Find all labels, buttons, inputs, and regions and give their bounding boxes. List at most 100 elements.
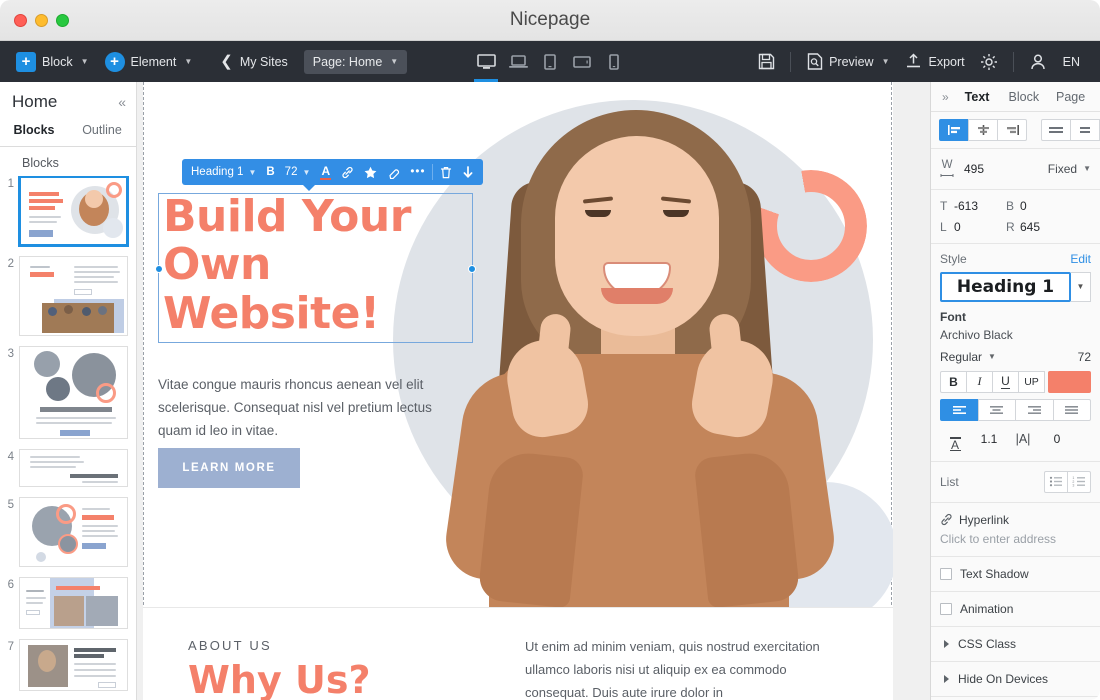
about-heading[interactable]: Why Us? — [188, 658, 371, 700]
hero-section[interactable]: Build Your Own Website! Vitae congue mau… — [143, 82, 893, 607]
hyperlink-button[interactable]: Hyperlink — [940, 513, 1091, 527]
block-thumbnail-6[interactable] — [19, 577, 128, 629]
underline-button[interactable]: U — [992, 370, 1019, 393]
block-thumbnail-3[interactable] — [19, 346, 128, 439]
text-align-center-button[interactable] — [977, 398, 1016, 421]
list-item[interactable]: 5 — [0, 497, 136, 577]
block-thumbnail-4[interactable] — [19, 449, 128, 487]
align-right-button[interactable] — [997, 119, 1027, 141]
alignment-section — [931, 112, 1100, 149]
align-center-button[interactable] — [968, 119, 998, 141]
right-value[interactable]: 645 — [1020, 220, 1091, 234]
animation-toggle[interactable]: Animation — [940, 602, 1091, 616]
block-number: 7 — [7, 641, 14, 653]
blocks-list[interactable]: 1 2 3 4 5 6 7 — [0, 176, 136, 700]
bold-button[interactable]: B — [261, 162, 279, 182]
font-family-value[interactable]: Archivo Black — [940, 328, 1091, 342]
unordered-list-button[interactable] — [1044, 470, 1068, 493]
device-desktop-button[interactable] — [471, 41, 501, 82]
width-icon: W — [940, 159, 954, 178]
text-align-right-button[interactable] — [1015, 398, 1054, 421]
list-item[interactable]: 6 — [0, 577, 136, 639]
text-align-left-button[interactable] — [940, 398, 979, 421]
block-thumbnail-1[interactable] — [19, 176, 128, 246]
inline-text-toolbar[interactable]: Heading 1 ▼ B 72 ▼ A ••• — [182, 159, 484, 191]
hyperlink-address-input[interactable]: Click to enter address — [940, 532, 1091, 546]
position-section: T -613 B 0 L 0 R 645 — [931, 190, 1100, 244]
block-thumbnail-7[interactable] — [19, 639, 128, 691]
about-paragraph[interactable]: Ut enim ad minim veniam, quis nostrud ex… — [525, 636, 825, 700]
nicepage-app-window: Nicepage + Block ▼ + Element ▼ ❮ My Site… — [0, 0, 1100, 700]
collapse-sidebar-icon[interactable]: « — [118, 94, 126, 110]
maximize-window-button[interactable] — [56, 13, 69, 27]
text-shadow-label: Text Shadow — [960, 566, 1029, 581]
top-value[interactable]: -613 — [954, 199, 1006, 213]
list-item[interactable]: 4 — [0, 449, 136, 497]
hyperlink-icon[interactable] — [336, 162, 359, 182]
font-size-dropdown[interactable]: 72 ▼ — [280, 162, 316, 182]
tab-blocks[interactable]: Blocks — [0, 118, 68, 146]
device-tablet-landscape-button[interactable] — [567, 41, 597, 82]
width-value[interactable]: 495 — [964, 162, 984, 176]
hyperlink-icon — [941, 514, 952, 526]
favorite-star-icon[interactable] — [359, 162, 382, 182]
width-mode-dropdown[interactable]: Fixed ▼ — [1048, 162, 1091, 176]
sidebar-tabs: Blocks Outline — [0, 118, 136, 147]
size-medium-button[interactable] — [1070, 119, 1100, 141]
bold-button[interactable]: B — [940, 370, 967, 393]
style-dropdown-arrow[interactable]: ▼ — [1071, 271, 1091, 302]
css-class-expander[interactable]: CSS Class — [940, 637, 1091, 651]
tab-page[interactable]: Page — [1047, 90, 1094, 104]
text-align-justify-button[interactable] — [1052, 398, 1091, 421]
chevron-down-icon: ▼ — [1083, 164, 1091, 174]
text-shadow-toggle[interactable]: Text Shadow — [940, 567, 1091, 581]
left-value[interactable]: 0 — [954, 220, 1006, 234]
tab-outline[interactable]: Outline — [68, 118, 136, 146]
about-section[interactable]: ABOUT US Why Us? Ut enim ad minim veniam… — [143, 607, 893, 700]
block-thumbnail-2[interactable] — [19, 256, 128, 336]
uppercase-button[interactable]: UP — [1018, 370, 1045, 393]
italic-button[interactable]: I — [966, 370, 993, 393]
size-full-button[interactable] — [1041, 119, 1071, 141]
font-color-button[interactable]: A — [315, 162, 336, 182]
minimize-window-button[interactable] — [35, 13, 48, 27]
expand-panel-icon[interactable]: » — [937, 90, 954, 104]
align-left-button[interactable] — [939, 119, 969, 141]
triangle-right-icon — [944, 674, 949, 683]
device-phone-button[interactable] — [599, 41, 629, 82]
page-content[interactable]: Build Your Own Website! Vitae congue mau… — [143, 82, 893, 700]
hide-on-devices-expander[interactable]: Hide On Devices — [940, 672, 1091, 686]
list-item[interactable]: 1 — [0, 176, 136, 256]
left-sidebar: Home « Blocks Outline Blocks 1 2 3 4 5 6… — [0, 82, 137, 700]
delete-icon[interactable] — [435, 162, 457, 182]
list-item[interactable]: 2 — [0, 256, 136, 346]
hero-heading[interactable]: Build Your Own Website! — [163, 192, 493, 338]
tab-block[interactable]: Block — [1000, 90, 1047, 104]
font-size-value[interactable]: 72 — [1078, 350, 1091, 364]
hero-paragraph[interactable]: Vitae congue mauris rhoncus aenean vel e… — [158, 373, 458, 443]
current-style-name[interactable]: Heading 1 — [940, 271, 1071, 302]
heading-style-dropdown[interactable]: Heading 1 ▼ — [186, 162, 261, 182]
resize-handle-left[interactable] — [155, 265, 163, 273]
font-weight-dropdown[interactable]: Regular ▼ — [940, 350, 996, 364]
block-thumbnail-5[interactable] — [19, 497, 128, 567]
device-tablet-portrait-button[interactable] — [535, 41, 565, 82]
device-laptop-button[interactable] — [503, 41, 533, 82]
move-down-icon[interactable] — [457, 162, 479, 182]
bottom-value[interactable]: 0 — [1020, 199, 1091, 213]
tab-text[interactable]: Text — [954, 90, 1001, 104]
ordered-list-button[interactable]: 123 — [1067, 470, 1091, 493]
clear-format-icon[interactable] — [382, 162, 405, 182]
edit-style-link[interactable]: Edit — [1070, 252, 1091, 266]
list-item[interactable]: 3 — [0, 346, 136, 449]
close-window-button[interactable] — [14, 13, 27, 27]
about-kicker: ABOUT US — [188, 638, 272, 653]
more-options-icon[interactable]: ••• — [405, 162, 430, 182]
list-item[interactable]: 7 — [0, 639, 136, 700]
line-height-value[interactable]: 1.1 — [970, 432, 1008, 446]
font-color-swatch[interactable] — [1048, 370, 1091, 393]
window-controls — [0, 13, 69, 27]
learn-more-button[interactable]: LEARN MORE — [158, 448, 300, 488]
page-canvas[interactable]: Build Your Own Website! Vitae congue mau… — [137, 82, 930, 700]
letter-spacing-value[interactable]: 0 — [1038, 432, 1076, 446]
